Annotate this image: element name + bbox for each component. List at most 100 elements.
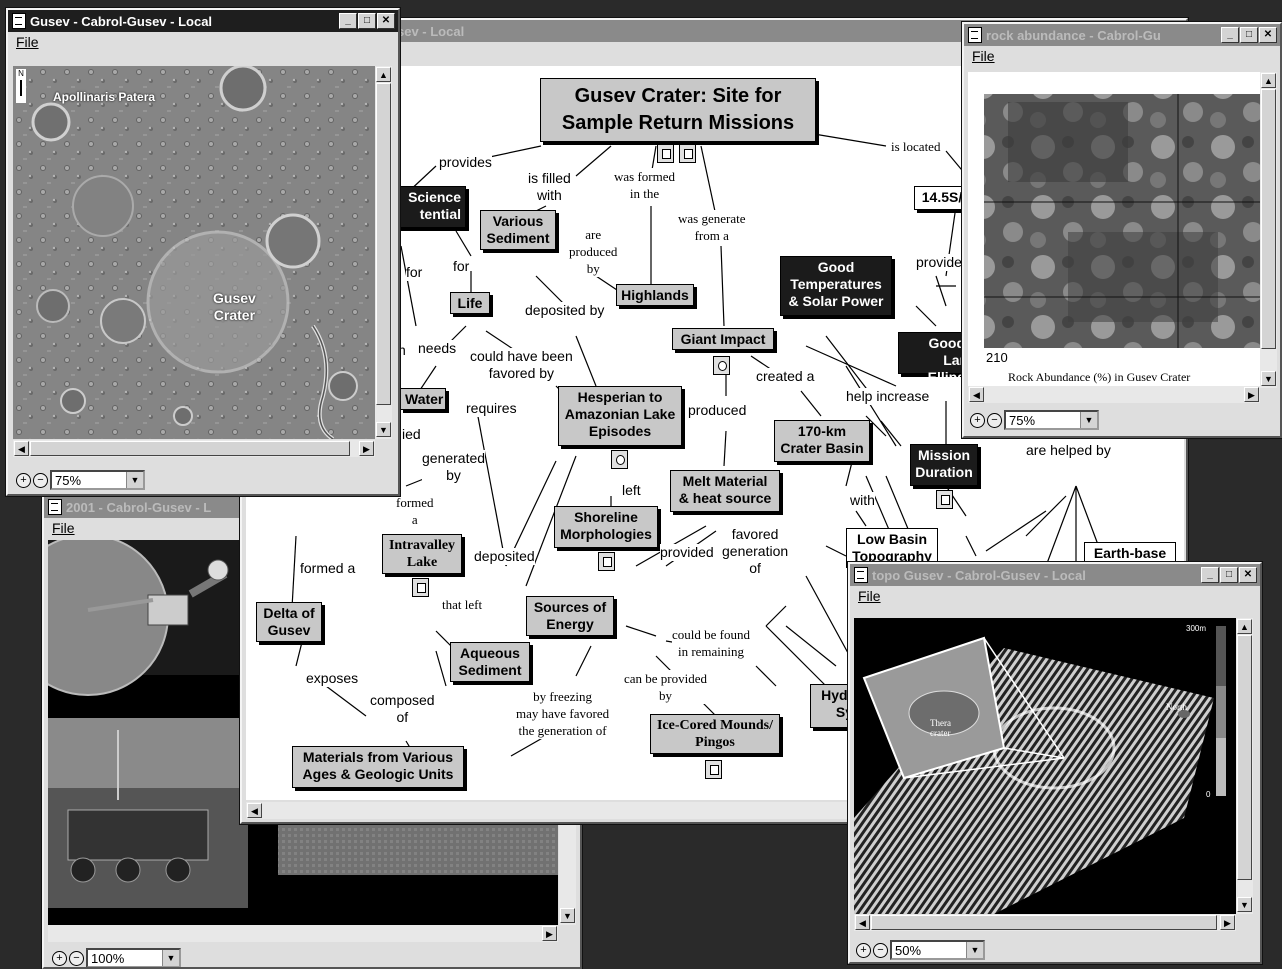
delta-of-gusev-node[interactable]: Delta of Gusev xyxy=(256,602,322,642)
intravalley-lake-node[interactable]: Intravalley Lake xyxy=(382,534,462,574)
gusev-window-menubar: File xyxy=(8,32,398,52)
link-deposited-by: deposited by xyxy=(525,302,605,319)
zoom-out-icon[interactable]: − xyxy=(873,942,888,958)
scroll-thumb[interactable] xyxy=(30,441,350,456)
map-title-node[interactable]: Gusev Crater: Site for Sample Return Mis… xyxy=(540,78,816,142)
water-node[interactable]: Water xyxy=(400,388,446,410)
scroll-thumb[interactable] xyxy=(1237,635,1252,880)
file-menu[interactable]: File xyxy=(52,520,75,536)
scroll-right-arrow-icon[interactable]: ▶ xyxy=(542,926,557,941)
close-button[interactable]: ✕ xyxy=(377,13,395,29)
photo-window-hscrollbar[interactable]: ▶ xyxy=(48,925,558,942)
zoom-select[interactable]: 75% ▼ xyxy=(50,470,145,490)
resource-doc-icon[interactable] xyxy=(412,578,429,597)
topo-window-titlebar[interactable]: topo Gusev - Cabrol-Gusev - Local _ □ ✕ xyxy=(850,564,1260,586)
rock-abundance-window[interactable]: rock abundance - Cabrol-Gu _ □ ✕ File 21… xyxy=(962,22,1282,438)
file-menu[interactable]: File xyxy=(972,48,995,64)
scroll-down-arrow-icon[interactable]: ▼ xyxy=(1261,371,1276,386)
maximize-button[interactable]: □ xyxy=(358,13,376,29)
mission-duration-node[interactable]: Mission Duration xyxy=(910,444,978,486)
zoom-select[interactable]: 50% ▼ xyxy=(890,940,985,960)
scroll-up-arrow-icon[interactable]: ▲ xyxy=(376,67,391,82)
resource-image-icon[interactable] xyxy=(611,450,628,469)
gusev-window-titlebar[interactable]: Gusev - Cabrol-Gusev - Local _ □ ✕ xyxy=(8,10,398,32)
zoom-in-icon[interactable]: + xyxy=(52,950,67,966)
minimize-button[interactable]: _ xyxy=(1221,27,1239,43)
zoom-in-icon[interactable]: + xyxy=(856,942,871,958)
materials-node[interactable]: Materials from Various Ages & Geologic U… xyxy=(292,746,464,788)
maximize-button[interactable]: □ xyxy=(1220,567,1238,583)
resource-image-icon[interactable] xyxy=(713,356,730,375)
link-could-be-found: could be found in remaining xyxy=(672,626,750,660)
link-with: with xyxy=(850,492,875,509)
resource-doc-icon[interactable] xyxy=(657,144,674,163)
scroll-left-arrow-icon[interactable]: ◀ xyxy=(969,387,984,402)
ice-cored-mounds-node[interactable]: Ice-Cored Mounds/ Pingos xyxy=(650,714,780,754)
resource-doc-icon[interactable] xyxy=(679,144,696,163)
rock-axis-value: 210 xyxy=(986,350,1008,365)
zoom-in-icon[interactable]: + xyxy=(16,472,31,488)
zoom-out-icon[interactable]: − xyxy=(33,472,48,488)
scroll-up-arrow-icon[interactable]: ▲ xyxy=(1237,619,1252,634)
resource-doc-icon[interactable] xyxy=(598,552,615,571)
shoreline-node[interactable]: Shoreline Morphologies xyxy=(554,506,658,548)
scroll-thumb[interactable] xyxy=(376,83,391,405)
zoom-in-icon[interactable]: + xyxy=(970,412,985,428)
scroll-left-arrow-icon[interactable]: ◀ xyxy=(855,915,870,930)
zoom-value: 100% xyxy=(91,950,125,966)
life-node[interactable]: Life xyxy=(450,292,490,314)
good-landing-node[interactable]: Good Lar Ellips xyxy=(898,332,970,385)
topo-window[interactable]: topo Gusev - Cabrol-Gusev - Local _ □ ✕ … xyxy=(848,562,1262,964)
resource-doc-icon[interactable] xyxy=(936,490,953,509)
scroll-left-arrow-icon[interactable]: ◀ xyxy=(247,803,262,818)
zoom-out-icon[interactable]: − xyxy=(69,950,84,966)
sources-energy-node[interactable]: Sources of Energy xyxy=(526,596,614,636)
link-composed-of: composed of xyxy=(370,692,435,726)
close-button[interactable]: ✕ xyxy=(1239,567,1257,583)
highlands-node[interactable]: Highlands xyxy=(616,284,694,306)
scroll-down-arrow-icon[interactable]: ▼ xyxy=(560,908,575,923)
rock-caption: Rock Abundance (%) in Gusev Crater xyxy=(1008,370,1191,384)
link-can-be-provided-by: can be provided by xyxy=(624,670,708,704)
scroll-up-arrow-icon[interactable]: ▲ xyxy=(1261,73,1276,88)
gusev-window-vscrollbar[interactable]: ▲ ▼ xyxy=(375,66,392,439)
rock-window-titlebar[interactable]: rock abundance - Cabrol-Gu _ □ ✕ xyxy=(964,24,1280,46)
gusev-window-hscrollbar[interactable]: ◀ ▶ xyxy=(13,440,375,457)
resource-doc-icon[interactable] xyxy=(705,760,722,779)
hesperian-lake-node[interactable]: Hesperian to Amazonian Lake Episodes xyxy=(558,386,682,446)
scroll-right-arrow-icon[interactable]: ▶ xyxy=(1220,915,1235,930)
scroll-down-arrow-icon[interactable]: ▼ xyxy=(1237,897,1252,912)
crater-basin-node[interactable]: 170-km Crater Basin xyxy=(774,420,870,462)
maximize-button[interactable]: □ xyxy=(1240,27,1258,43)
scroll-down-arrow-icon[interactable]: ▼ xyxy=(376,422,391,437)
link-exposes: exposes xyxy=(306,670,359,687)
scroll-right-arrow-icon[interactable]: ▶ xyxy=(359,441,374,456)
rock-window-zoombar: + − 75% ▼ xyxy=(970,410,1099,430)
scroll-left-arrow-icon[interactable]: ◀ xyxy=(14,441,29,456)
various-sediment-node[interactable]: Various Sediment xyxy=(480,210,556,250)
scroll-right-arrow-icon[interactable]: ▶ xyxy=(1244,387,1259,402)
zoom-select[interactable]: 75% ▼ xyxy=(1004,410,1099,430)
link-are-helped-by: are helped by xyxy=(1026,442,1111,459)
topo-window-hscrollbar[interactable]: ◀ ▶ xyxy=(854,914,1236,931)
topo-window-vscrollbar[interactable]: ▲ ▼ xyxy=(1236,618,1253,914)
minimize-button[interactable]: _ xyxy=(1201,567,1219,583)
gusev-window-title: Gusev - Cabrol-Gusev - Local xyxy=(30,13,213,29)
good-temperatures-node[interactable]: Good Temperatures & Solar Power xyxy=(780,256,892,316)
melt-material-node[interactable]: Melt Material & heat source xyxy=(670,470,780,512)
giant-impact-node[interactable]: Giant Impact xyxy=(672,328,774,350)
file-menu[interactable]: File xyxy=(858,588,881,604)
link-for-2: for xyxy=(453,258,470,275)
file-menu[interactable]: File xyxy=(16,34,39,50)
link-is-located: is located xyxy=(891,138,941,155)
gusev-window[interactable]: Gusev - Cabrol-Gusev - Local _ □ ✕ File xyxy=(6,8,400,496)
zoom-select[interactable]: 100% ▼ xyxy=(86,948,181,967)
aqueous-sediment-node[interactable]: Aqueous Sediment xyxy=(450,642,530,682)
rock-window-hscrollbar[interactable]: ◀ ▶ xyxy=(968,386,1260,403)
scroll-thumb[interactable] xyxy=(871,915,1217,930)
zoom-out-icon[interactable]: − xyxy=(987,412,1002,428)
scroll-thumb[interactable] xyxy=(1261,89,1276,349)
minimize-button[interactable]: _ xyxy=(339,13,357,29)
rock-window-vscrollbar[interactable]: ▲ ▼ xyxy=(1260,72,1277,388)
close-button[interactable]: ✕ xyxy=(1259,27,1277,43)
